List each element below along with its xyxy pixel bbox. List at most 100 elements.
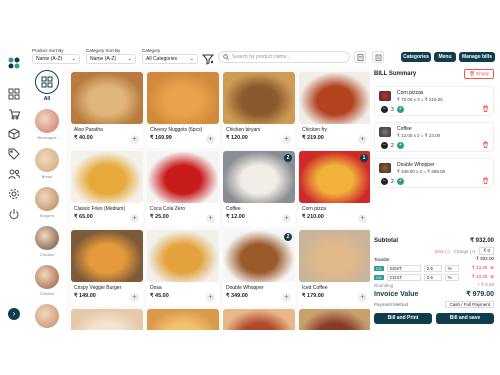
product-card[interactable]: 2 Coffee ₹ 12.00 +: [223, 151, 295, 227]
collapse-toggle-button[interactable]: ›: [8, 308, 20, 320]
bill-item-thumbnail: [379, 127, 391, 137]
tax-name-field[interactable]: SGST: [386, 264, 421, 272]
manage-bills-button[interactable]: Manage bills: [459, 52, 495, 62]
product-name: Crispy Veggie Burger: [74, 285, 122, 291]
tax-unit-select[interactable]: %: [444, 273, 459, 281]
app-logo-icon: [8, 57, 20, 69]
settings-gear-icon[interactable]: [8, 188, 20, 200]
categories-button[interactable]: Categories: [401, 52, 431, 62]
bill-item-name: Coffee: [397, 126, 412, 132]
product-card[interactable]: Chicken biryani ₹ 120.00 +: [223, 72, 295, 148]
product-card[interactable]: Coca Cola Zero ₹ 25.00 +: [147, 151, 219, 227]
bill-and-print-button[interactable]: Bill and Print: [374, 313, 432, 324]
product-sort-value: Name (A-Z): [36, 56, 63, 62]
product-card[interactable]: [147, 309, 219, 330]
product-name: Chicken biryani: [226, 127, 261, 133]
product-card[interactable]: Aloo Paratha ₹ 40.00 +: [71, 72, 143, 148]
tax-rate-field[interactable]: 2.5: [423, 273, 442, 281]
add-to-cart-button[interactable]: +: [282, 214, 291, 223]
plus-button[interactable]: +: [396, 106, 404, 113]
category-filter: Category All Categories ⌄: [142, 48, 198, 64]
product-sort-filter: Product Sort By Name (A-Z) ⌄: [32, 48, 80, 64]
add-to-cart-button[interactable]: +: [206, 293, 215, 302]
delete-item-icon[interactable]: [482, 105, 489, 112]
category-label: Bread: [41, 174, 53, 179]
category-label: Beverages: [37, 135, 57, 140]
chevron-down-icon: ⌄: [71, 56, 76, 62]
search-input[interactable]: Search by product name...: [218, 51, 350, 63]
product-card[interactable]: Chicken fry ₹ 219.00 +: [299, 72, 370, 148]
product-card[interactable]: 2 Double Whopper ₹ 349.00 +: [223, 230, 295, 306]
chevron-down-icon: ⌄: [127, 56, 132, 62]
add-to-cart-button[interactable]: +: [130, 214, 139, 223]
tag-icon[interactable]: [8, 148, 20, 160]
add-to-cart-button[interactable]: +: [282, 135, 291, 144]
add-to-cart-button[interactable]: +: [358, 293, 367, 302]
subtotal-label: Subtotal: [374, 237, 398, 244]
category-sort-select[interactable]: Name (A-Z) ⌄: [86, 54, 136, 64]
add-to-cart-button[interactable]: +: [206, 214, 215, 223]
product-card[interactable]: Iced Coffee ₹ 179.00 +: [299, 230, 370, 306]
category-item[interactable]: Chinese: [30, 265, 64, 296]
product-name: Coca Cola Zero: [150, 206, 186, 212]
bill-and-save-button[interactable]: Bill and save: [436, 313, 494, 324]
search-placeholder: Search by product name...: [232, 54, 291, 60]
notes-button[interactable]: [372, 51, 384, 63]
product-sort-select[interactable]: Name (A-Z) ⌄: [32, 54, 80, 64]
category-item[interactable]: [30, 304, 64, 330]
add-to-cart-button[interactable]: +: [206, 135, 215, 144]
bill-item-qty: 2: [391, 178, 394, 185]
power-icon[interactable]: [8, 208, 20, 220]
product-card[interactable]: 1 Corn pizza ₹ 210.00 +: [299, 151, 370, 227]
minus-button[interactable]: −: [381, 142, 388, 149]
plus-button[interactable]: +: [396, 142, 404, 149]
delete-item-icon[interactable]: [482, 141, 489, 148]
tax-name-field[interactable]: CGST: [386, 273, 421, 281]
product-card[interactable]: Classic Fries (Medium) ₹ 65.00 +: [71, 151, 143, 227]
tax-rate-field[interactable]: 2.5: [423, 264, 442, 272]
payment-method-select[interactable]: Cash / Full Payment: [445, 301, 494, 308]
add-to-cart-button[interactable]: +: [282, 293, 291, 302]
category-item[interactable]: Burgers: [30, 187, 64, 218]
cart-icon[interactable]: [8, 108, 21, 120]
empty-bill-button[interactable]: 🗑 Empty: [464, 69, 494, 79]
product-image: [299, 230, 370, 282]
category-item[interactable]: Chicken: [30, 226, 64, 257]
box-icon[interactable]: [8, 128, 20, 140]
tax-tag: CS: [374, 274, 384, 280]
category-select[interactable]: All Categories ⌄: [142, 54, 198, 64]
product-card[interactable]: Dosa ₹ 45.00 +: [147, 230, 219, 306]
bill-item-price: ₹ 70.00 x 3 = ₹ 210.00: [397, 97, 443, 102]
menu-button[interactable]: Menu: [434, 52, 456, 62]
product-card[interactable]: [223, 309, 295, 330]
charge-toggle[interactable]: Charge (+): [454, 249, 476, 254]
category-label: All: [43, 96, 51, 102]
product-card[interactable]: [71, 309, 143, 330]
scan-button[interactable]: [354, 51, 366, 63]
product-card[interactable]: [299, 309, 370, 330]
add-to-cart-button[interactable]: +: [130, 135, 139, 144]
minus-button[interactable]: −: [381, 178, 388, 185]
discount-value[interactable]: ₹ 0: [479, 247, 494, 255]
add-to-cart-button[interactable]: +: [130, 293, 139, 302]
discount-toggle[interactable]: Disc (-): [435, 249, 450, 254]
add-to-cart-button[interactable]: +: [358, 214, 367, 223]
product-card[interactable]: Crispy Veggie Burger ₹ 149.00 +: [71, 230, 143, 306]
clear-filter-icon[interactable]: [202, 53, 214, 65]
plus-button[interactable]: +: [396, 178, 404, 185]
bill-item-price: ₹ 12.00 x 2 = ₹ 24.00: [397, 133, 441, 138]
product-card[interactable]: Cheesy Nuggets (6pcs) ₹ 169.99 +: [147, 72, 219, 148]
category-item[interactable]: All: [30, 70, 64, 102]
minus-button[interactable]: −: [381, 106, 388, 113]
dashboard-icon[interactable]: [8, 88, 20, 100]
tax-unit-select[interactable]: %: [444, 264, 459, 272]
add-to-cart-button[interactable]: +: [358, 135, 367, 144]
delete-item-icon[interactable]: [482, 177, 489, 184]
users-icon[interactable]: [8, 168, 20, 180]
category-item[interactable]: Bread: [30, 148, 64, 179]
qty-stepper: −3 +: [381, 106, 404, 113]
remove-tax-icon[interactable]: ⊗: [490, 265, 494, 271]
subtotal-row: Subtotal ₹ 932.00: [374, 237, 494, 245]
remove-tax-icon[interactable]: ⊗: [490, 274, 494, 280]
category-item[interactable]: Beverages: [30, 109, 64, 140]
